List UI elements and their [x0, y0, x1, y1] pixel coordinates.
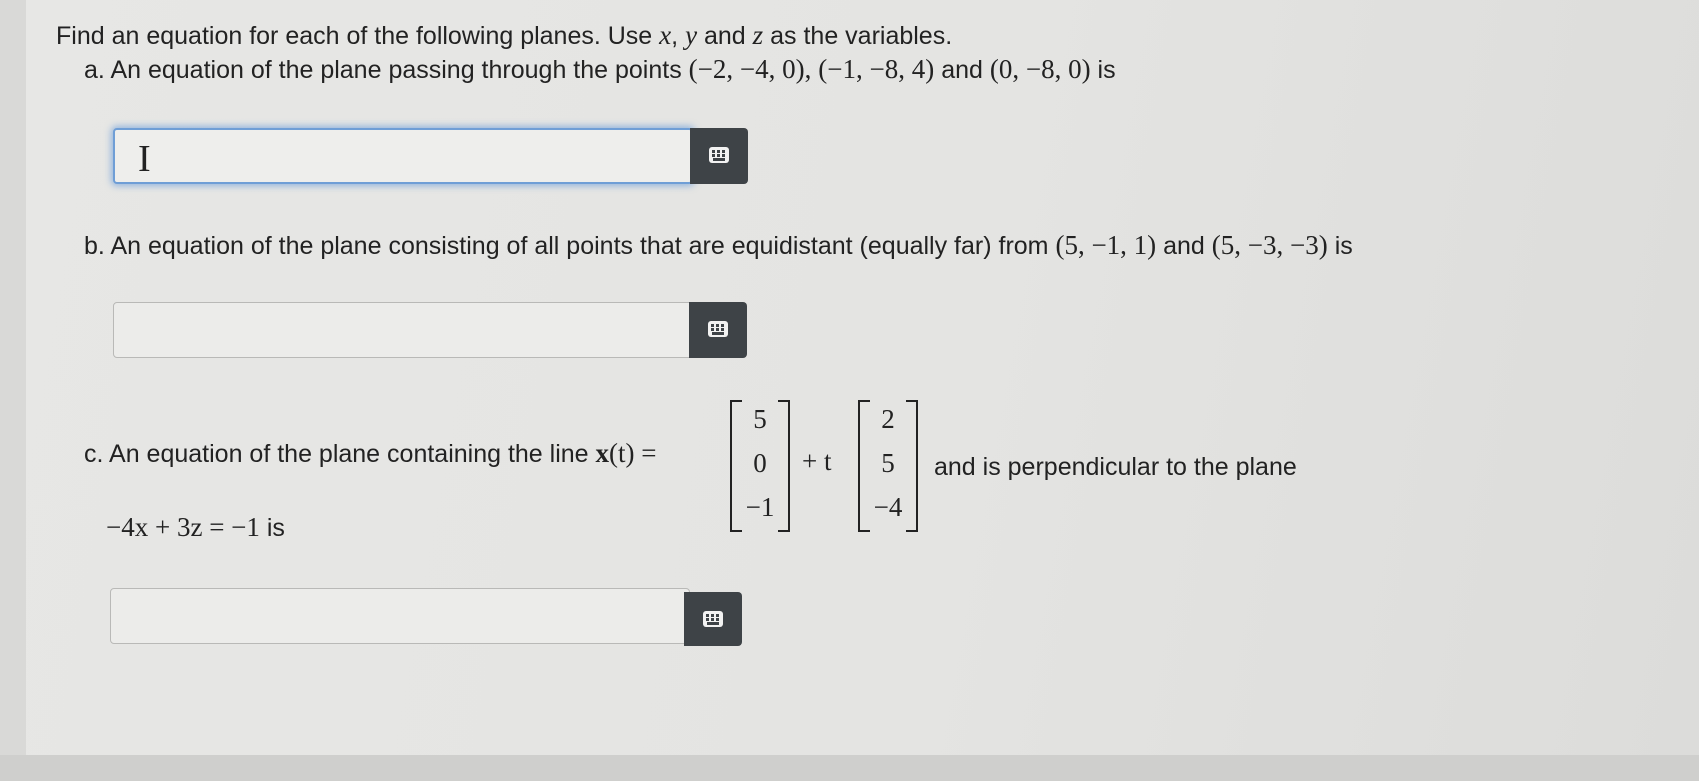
- plane-equation: −4x + 3z = −1: [106, 512, 260, 542]
- vector-entry: −1: [745, 492, 775, 522]
- part-b-keyboard-button[interactable]: [689, 302, 747, 358]
- question-panel: [26, 0, 1699, 781]
- part-a-text: An equation of the plane passing through…: [110, 56, 682, 84]
- part-c-question: c. An equation of the plane containing t…: [84, 440, 657, 467]
- vector-entry: 5: [753, 404, 767, 434]
- keyboard-icon: [708, 321, 728, 337]
- and-text: and: [697, 22, 753, 50]
- is-text: is: [1334, 232, 1353, 260]
- part-c-text: An equation of the plane containing the …: [109, 440, 589, 468]
- keyboard-icon: [703, 611, 723, 627]
- point-sep: ,: [804, 54, 812, 84]
- page-footer-band: [0, 755, 1699, 781]
- part-a-question: a. An equation of the plane passing thro…: [84, 56, 1116, 83]
- var-z: z: [752, 20, 764, 50]
- vector-entry: 0: [753, 448, 767, 478]
- point-2: (−1, −8, 4): [818, 54, 935, 84]
- part-c-plane: −4x + 3z = −1 is: [106, 514, 285, 541]
- and-text: and: [941, 56, 983, 84]
- part-c-label: c.: [84, 440, 104, 468]
- is-text: is: [266, 514, 285, 542]
- direction-vector: 2 5 −4: [858, 400, 918, 532]
- part-b-question: b. An equation of the plane consisting o…: [84, 232, 1353, 259]
- instructions: Find an equation for each of the followi…: [56, 22, 952, 49]
- part-c-keyboard-button[interactable]: [684, 592, 742, 646]
- keyboard-icon: [709, 147, 729, 163]
- vector-entry: −4: [873, 492, 903, 522]
- point-3: (0, −8, 0): [989, 54, 1091, 84]
- var-x: x: [659, 20, 672, 50]
- is-text: is: [1097, 56, 1116, 84]
- position-vector: 5 0 −1: [730, 400, 790, 532]
- line-arg: (t) =: [609, 438, 657, 468]
- part-a-keyboard-button[interactable]: [690, 128, 748, 184]
- plus-t: + t: [802, 446, 832, 476]
- part-a-label: a.: [84, 56, 105, 84]
- vector-entry: 5: [881, 448, 895, 478]
- part-c-text-2: and is perpendicular to the plane: [934, 453, 1297, 481]
- point-1: (5, −1, 1): [1055, 230, 1157, 260]
- part-b-text: An equation of the plane consisting of a…: [110, 232, 1049, 260]
- and-text: and: [1163, 232, 1205, 260]
- point-1: (−2, −4, 0): [688, 54, 805, 84]
- part-b-label: b.: [84, 232, 105, 260]
- point-2: (5, −3, −3): [1211, 230, 1328, 260]
- vector-entry: 2: [881, 404, 895, 434]
- instructions-tail: as the variables.: [763, 22, 953, 50]
- part-a-answer-input[interactable]: I: [113, 128, 693, 184]
- text-cursor-icon: I: [138, 138, 151, 180]
- instructions-text: Find an equation for each of the followi…: [56, 22, 660, 50]
- line-vector-x: x: [595, 438, 610, 468]
- var-y: y: [685, 20, 698, 50]
- sep: ,: [671, 22, 686, 50]
- part-c-answer-input[interactable]: [110, 588, 690, 644]
- part-b-answer-input[interactable]: [113, 302, 693, 358]
